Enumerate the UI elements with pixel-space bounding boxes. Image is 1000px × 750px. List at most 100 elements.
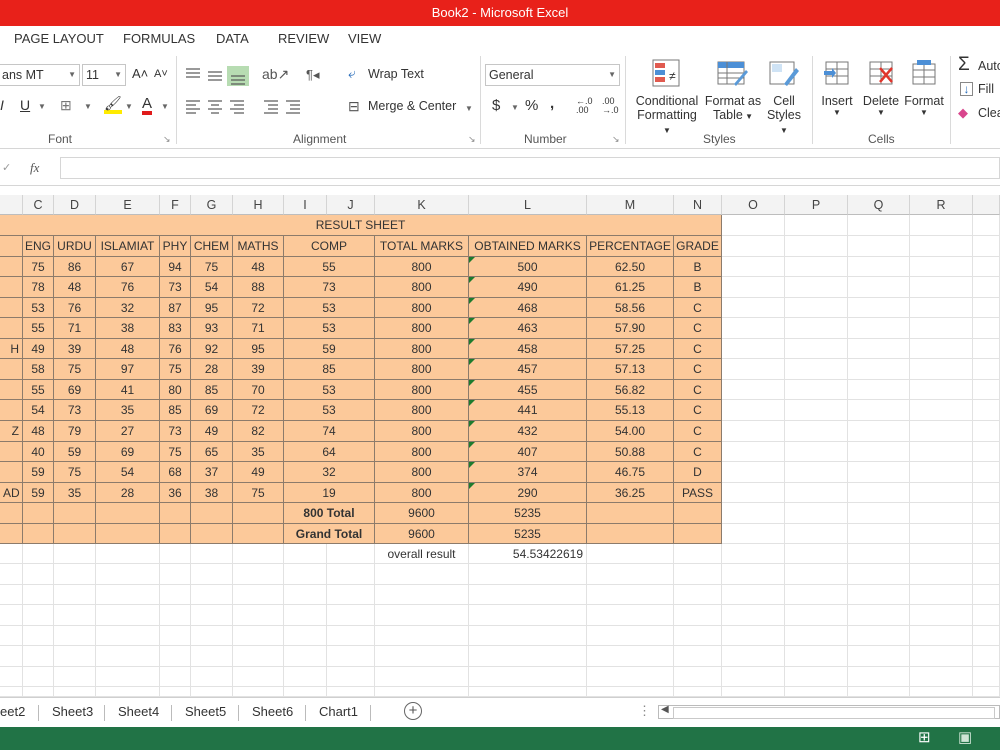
table-cell[interactable]: 53	[23, 298, 54, 318]
cell[interactable]	[284, 544, 327, 564]
table-cell[interactable]: C	[674, 442, 722, 462]
page-layout-view-icon[interactable]: ▣	[958, 730, 974, 746]
table-cell[interactable]: 71	[233, 318, 284, 339]
table-cell[interactable]: 290	[469, 483, 587, 503]
table-cell[interactable]: 73	[54, 400, 96, 421]
cell[interactable]	[327, 544, 375, 564]
table-cell[interactable]: 407	[469, 442, 587, 462]
cell[interactable]	[973, 298, 1000, 318]
table-cell[interactable]: 86	[54, 257, 96, 277]
cell[interactable]	[973, 318, 1000, 339]
table-cell[interactable]: 49	[23, 339, 54, 359]
cell[interactable]	[722, 442, 785, 462]
cell[interactable]	[848, 359, 910, 380]
comma-button[interactable]: ,	[550, 95, 554, 112]
table-cell[interactable]: 458	[469, 339, 587, 359]
column-header[interactable]: R	[910, 195, 973, 215]
cell[interactable]	[233, 503, 284, 524]
table-cell[interactable]: 35	[54, 483, 96, 503]
table-cell[interactable]: 70	[233, 380, 284, 400]
cell[interactable]	[722, 544, 785, 564]
table-cell[interactable]: 54.00	[587, 421, 674, 442]
table-cell[interactable]: 88	[233, 277, 284, 298]
increase-decimal-icon[interactable]: ←.0.00	[576, 97, 593, 115]
cell[interactable]	[23, 605, 54, 626]
cell[interactable]	[233, 605, 284, 626]
formula-input[interactable]	[60, 157, 1000, 179]
cell[interactable]	[469, 605, 587, 626]
table-cell[interactable]: B	[674, 257, 722, 277]
cell[interactable]	[785, 585, 848, 605]
table-cell[interactable]: 79	[54, 421, 96, 442]
table-cell[interactable]: 56.82	[587, 380, 674, 400]
cell[interactable]	[0, 646, 23, 667]
cell[interactable]	[0, 626, 23, 646]
autosum-button[interactable]: Auto	[978, 59, 1000, 73]
column-header[interactable]: I	[284, 195, 327, 215]
column-title[interactable]: COMP	[284, 236, 375, 257]
cell[interactable]	[54, 605, 96, 626]
table-cell[interactable]: B	[674, 277, 722, 298]
cell[interactable]	[722, 277, 785, 298]
cell[interactable]	[722, 380, 785, 400]
cell[interactable]	[327, 605, 375, 626]
cell[interactable]	[587, 544, 674, 564]
cell-styles-button[interactable]: Cell Styles ▼	[762, 94, 806, 136]
cell[interactable]	[848, 626, 910, 646]
cell[interactable]	[327, 626, 375, 646]
cell[interactable]	[722, 646, 785, 667]
table-cell[interactable]: 71	[54, 318, 96, 339]
table-cell[interactable]: 374	[469, 462, 587, 483]
table-cell[interactable]: 32	[284, 462, 375, 483]
table-cell[interactable]: C	[674, 318, 722, 339]
cell[interactable]	[375, 564, 469, 585]
cell[interactable]	[587, 687, 674, 697]
cell[interactable]	[0, 503, 23, 524]
cell[interactable]	[284, 626, 327, 646]
table-cell[interactable]: 800	[375, 483, 469, 503]
cell[interactable]	[469, 564, 587, 585]
table-cell[interactable]: 92	[191, 339, 233, 359]
table-cell[interactable]: 35	[96, 400, 160, 421]
table-cell[interactable]: C	[674, 421, 722, 442]
cell[interactable]	[785, 359, 848, 380]
cell[interactable]	[910, 585, 973, 605]
tab-review[interactable]: REVIEW	[278, 31, 329, 46]
italic-icon[interactable]: I	[0, 97, 4, 113]
cell[interactable]	[722, 298, 785, 318]
cell[interactable]	[848, 503, 910, 524]
table-cell[interactable]: 69	[54, 380, 96, 400]
cell[interactable]	[785, 421, 848, 442]
cell[interactable]	[160, 687, 191, 697]
cell[interactable]	[722, 483, 785, 503]
table-cell[interactable]: 59	[54, 442, 96, 462]
cell[interactable]	[722, 421, 785, 442]
table-cell[interactable]: 75	[54, 359, 96, 380]
cell[interactable]	[722, 503, 785, 524]
cell[interactable]	[96, 687, 160, 697]
column-header[interactable]: N	[674, 195, 722, 215]
fill-button[interactable]: Fill	[978, 82, 994, 96]
table-cell[interactable]: 68	[160, 462, 191, 483]
column-title[interactable]: TOTAL MARKS	[375, 236, 469, 257]
table-cell[interactable]: 55.13	[587, 400, 674, 421]
cell[interactable]	[848, 667, 910, 687]
table-cell[interactable]: 35	[233, 442, 284, 462]
cell[interactable]	[191, 503, 233, 524]
cell[interactable]	[191, 605, 233, 626]
cell[interactable]	[191, 687, 233, 697]
table-cell[interactable]: 48	[233, 257, 284, 277]
table-cell[interactable]: 39	[233, 359, 284, 380]
column-header[interactable]: L	[469, 195, 587, 215]
cell[interactable]	[973, 421, 1000, 442]
cell[interactable]	[23, 524, 54, 544]
cell[interactable]	[785, 646, 848, 667]
cell[interactable]	[722, 585, 785, 605]
wrap-text-button[interactable]: Wrap Text	[368, 67, 424, 81]
cell[interactable]	[785, 524, 848, 544]
font-color-icon[interactable]: A	[142, 96, 153, 115]
cell[interactable]	[722, 605, 785, 626]
cell[interactable]	[973, 339, 1000, 359]
table-cell[interactable]: 36	[160, 483, 191, 503]
column-header[interactable]: J	[327, 195, 375, 215]
